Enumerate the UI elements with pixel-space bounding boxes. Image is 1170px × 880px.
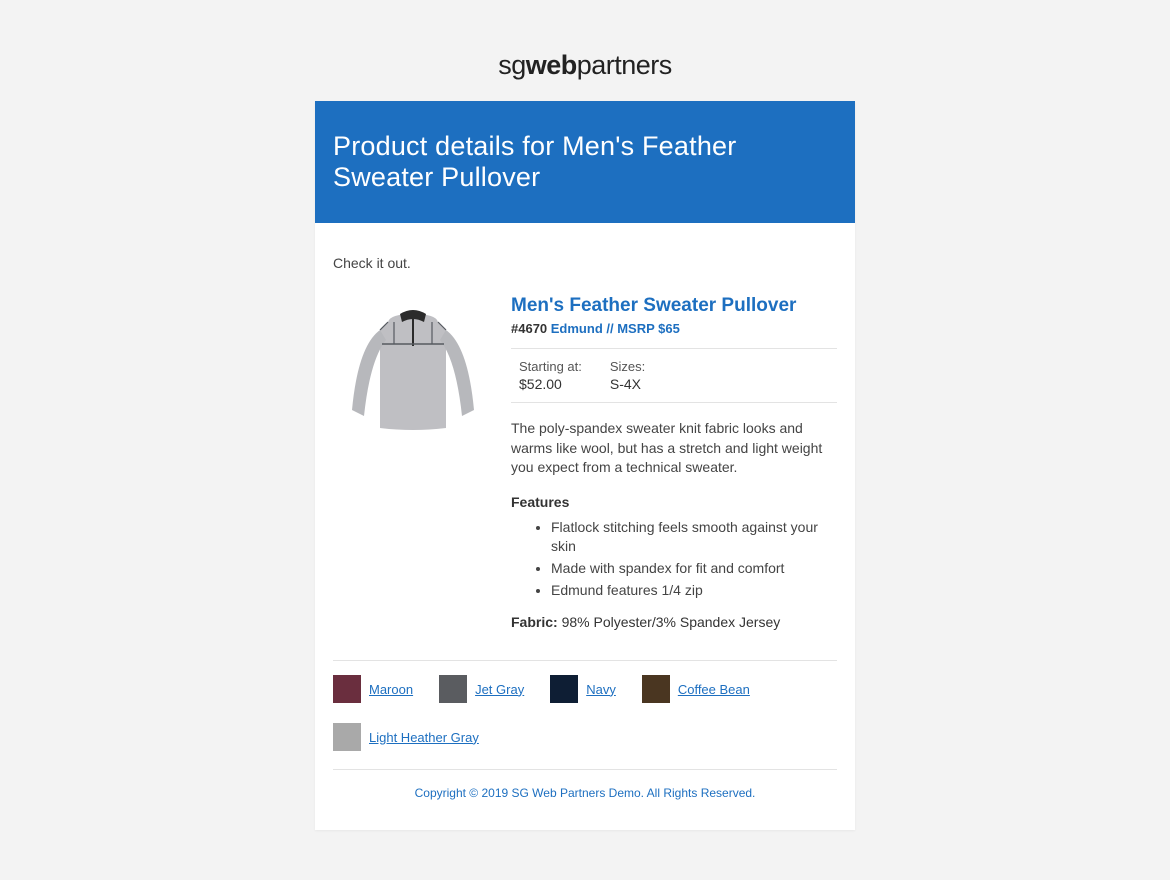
brand-bold: web — [526, 50, 577, 80]
swatch-link[interactable]: Light Heather Gray — [369, 730, 479, 745]
fabric-label: Fabric: — [511, 614, 558, 630]
swatch-item: Coffee Bean — [642, 675, 750, 703]
brand-logo: sgwebpartners — [0, 50, 1170, 81]
sizes-label: Sizes: — [610, 359, 645, 374]
swatch-item: Navy — [550, 675, 616, 703]
swatch-color-box — [550, 675, 578, 703]
swatch-color-box — [333, 723, 361, 751]
swatch-item: Light Heather Gray — [333, 723, 479, 751]
product-sku: #4670 Edmund // MSRP $65 — [511, 321, 837, 336]
swatch-link[interactable]: Navy — [586, 682, 616, 697]
swatch-color-box — [642, 675, 670, 703]
swatch-link[interactable]: Jet Gray — [475, 682, 524, 697]
feature-item: Edmund features 1/4 zip — [551, 581, 837, 601]
swatch-link[interactable]: Maroon — [369, 682, 413, 697]
swatch-color-box — [333, 675, 361, 703]
starting-label: Starting at: — [519, 359, 582, 374]
product-description: The poly-spandex sweater knit fabric loo… — [511, 419, 837, 478]
starting-value: $52.00 — [519, 376, 582, 392]
divider — [333, 660, 837, 661]
swatch-item: Maroon — [333, 675, 413, 703]
swatch-row: Maroon Jet Gray Navy Coffee Bean Light Heath… — [333, 675, 837, 751]
sku-number: #4670 — [511, 321, 551, 336]
price-size-block: Starting at: $52.00 Sizes: S-4X — [511, 348, 837, 403]
brand-suffix: partners — [577, 50, 672, 80]
sku-link[interactable]: Edmund // MSRP $65 — [551, 321, 680, 336]
page-title: Product details for Men's Feather Sweate… — [315, 101, 855, 223]
footer-copyright: Copyright © 2019 SG Web Partners Demo. A… — [333, 770, 837, 820]
product-image — [333, 295, 493, 445]
swatch-color-box — [439, 675, 467, 703]
feature-item: Made with spandex for fit and comfort — [551, 559, 837, 579]
sizes-value: S-4X — [610, 376, 645, 392]
swatch-item: Jet Gray — [439, 675, 524, 703]
brand-prefix: sg — [498, 50, 526, 80]
fabric-value: 98% Polyester/3% Spandex Jersey — [558, 614, 781, 630]
intro-text: Check it out. — [333, 255, 837, 271]
swatch-link[interactable]: Coffee Bean — [678, 682, 750, 697]
features-heading: Features — [511, 494, 837, 510]
fabric-line: Fabric: 98% Polyester/3% Spandex Jersey — [511, 614, 837, 630]
features-list: Flatlock stitching feels smooth against … — [531, 518, 837, 600]
product-title: Men's Feather Sweater Pullover — [511, 295, 837, 317]
product-card: Product details for Men's Feather Sweate… — [315, 101, 855, 830]
feature-item: Flatlock stitching feels smooth against … — [551, 518, 837, 557]
